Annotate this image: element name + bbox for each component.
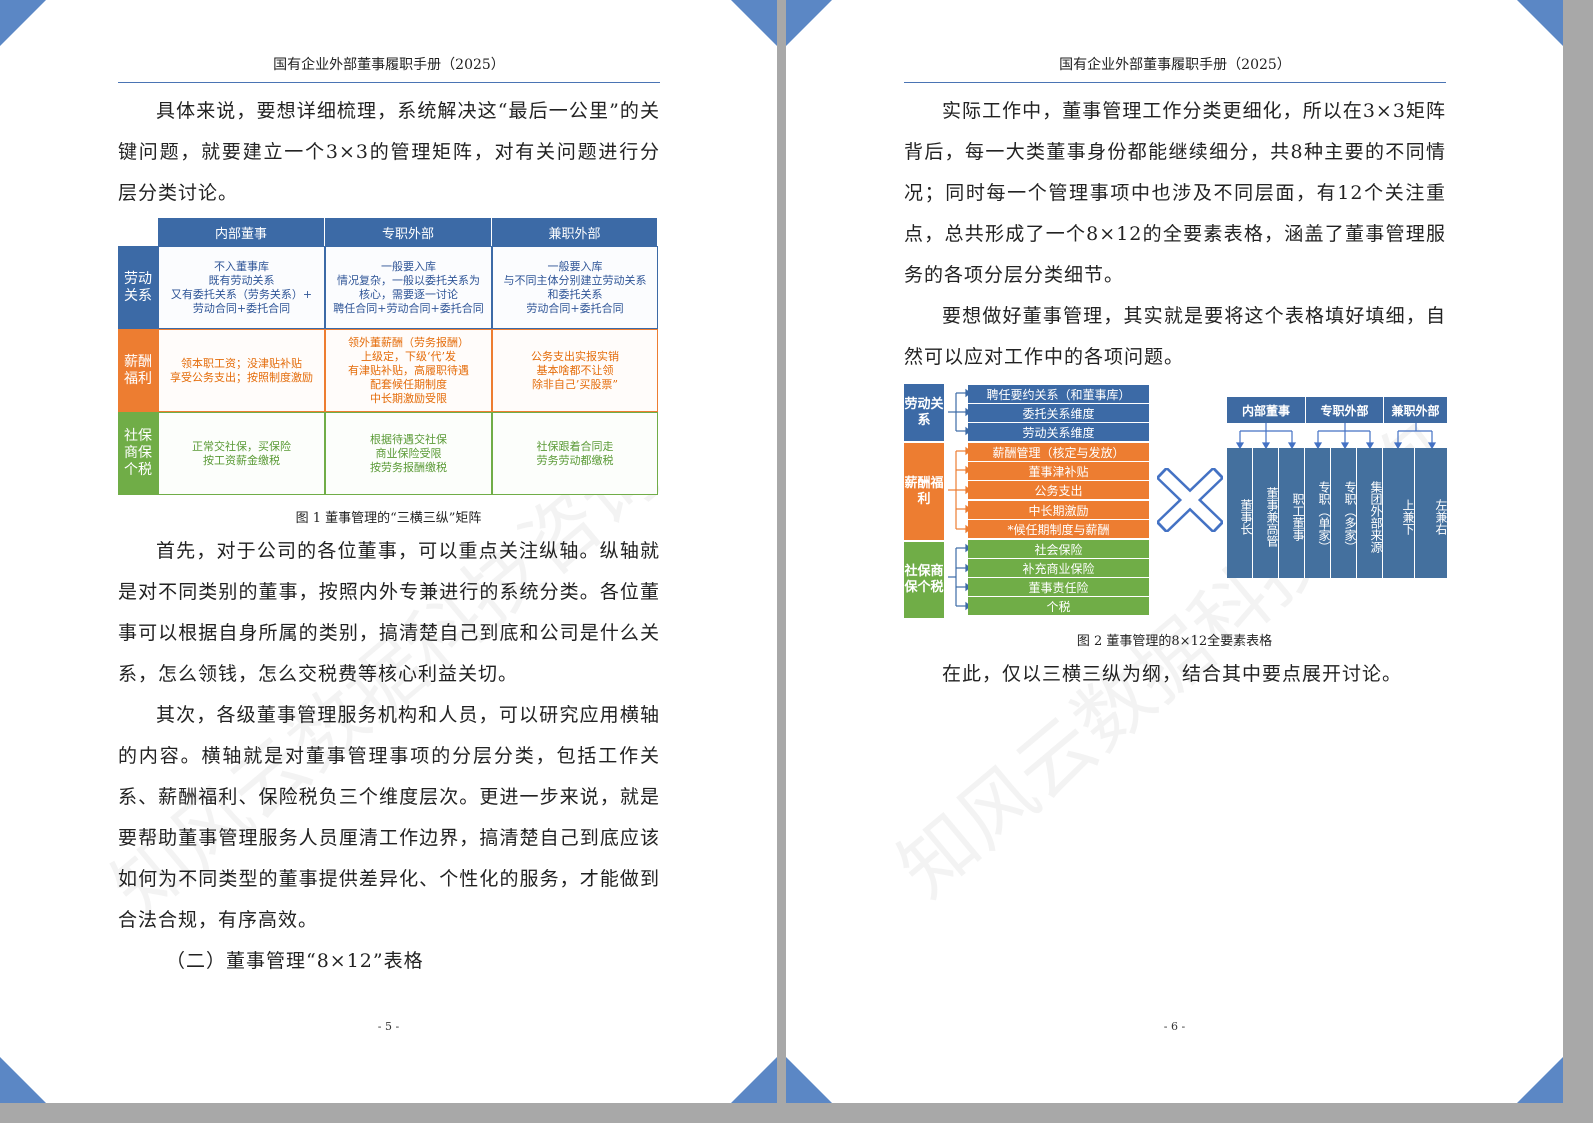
- page-number: - 5 -: [377, 1020, 400, 1033]
- paragraph: 首先，对于公司的各位董事，可以重点关注纵轴。纵轴就是对不同类别的董事，按照内外专…: [118, 540, 660, 685]
- fig2-item: 聘任要约关系（和董事库）: [968, 385, 1149, 403]
- corner-mark: [1517, 0, 1563, 46]
- figure2-table: 劳动关系 薪酬福利 社保商保个税 聘任要约关系（和董事库） 委托关系维度 劳动关…: [904, 384, 1449, 618]
- running-header: 国有企业外部董事履职手册（2025）: [273, 57, 505, 73]
- corner-mark: [786, 1057, 832, 1103]
- fig2-item: 个税: [968, 597, 1149, 615]
- fig2-item: 补充商业保险: [968, 559, 1149, 577]
- section-heading: （二）董事管理“8×12”表格: [166, 950, 424, 972]
- matrix-col-header: 内部董事: [158, 218, 325, 246]
- matrix-row-header: 劳动关系: [118, 246, 158, 329]
- fig2-subcolumn: 上兼下: [1383, 448, 1415, 578]
- fig2-subcolumn: 专职（多家）: [1331, 448, 1357, 578]
- matrix-cell: 公务支出实报实销 基本啥都不让领 除非自己’买股票”: [492, 329, 658, 412]
- page-number: - 6 -: [1163, 1020, 1186, 1033]
- fig2-item: 委托关系维度: [968, 404, 1149, 422]
- paragraph: 实际工作中，董事管理工作分类更细化，所以在3×3矩阵背后，每一大类董事身份都能继…: [904, 100, 1446, 286]
- fig2-col-header: 专职外部: [1306, 397, 1383, 423]
- matrix-cell: 不入董事库 既有劳动关系 又有委托关系（劳务关系）+ 劳动合同+委托合同: [158, 246, 325, 329]
- fig2-item: 董事责任险: [968, 578, 1149, 596]
- matrix-cell: 正常交社保，买保险 按工资薪金缴税: [158, 412, 325, 495]
- fig2-category: 薪酬福利: [904, 443, 944, 540]
- corner-mark: [731, 0, 777, 46]
- corner-mark: [0, 1057, 46, 1103]
- header-rule: [118, 82, 660, 83]
- fig2-category: 社保商保个税: [904, 542, 944, 618]
- fig2-item: 劳动关系维度: [968, 423, 1149, 441]
- matrix-cell: 领外董薪酬（劳务报酬） 上级定，下级‘代’发 有津贴补贴，高履职待遇 配套候任期…: [325, 329, 492, 412]
- fig2-subcolumn: 左兼右: [1415, 448, 1448, 578]
- matrix-cell: 领本职工资；没津贴补贴 享受公务支出；按照制度激励: [158, 329, 325, 412]
- corner-mark: [731, 1057, 777, 1103]
- page-6: 知风云数据科技咨询 国有企业外部董事履职手册（2025） 实际工作中，董事管理工…: [786, 0, 1563, 1103]
- paragraph: 其次，各级董事管理服务机构和人员，可以研究应用横轴的内容。横轴就是对董事管理事项…: [118, 704, 660, 931]
- corner-mark: [1517, 1057, 1563, 1103]
- fig2-col-header: 兼职外部: [1384, 397, 1447, 423]
- paragraph: 在此，仅以三横三纵为纲，结合其中要点展开讨论。: [942, 663, 1403, 685]
- fig2-subcolumn: 专职（单家）: [1305, 448, 1331, 578]
- fig2-connectors: [948, 388, 970, 611]
- fig2-item: 薪酬管理（核定与发放）: [968, 443, 1149, 461]
- fig2-item: 公务支出: [968, 481, 1149, 499]
- fig2-subcolumn: 集团外部来源: [1357, 448, 1383, 578]
- corner-mark: [0, 0, 46, 46]
- figure1-matrix: 内部董事 专职外部 兼职外部 劳动关系 薪酬福利 社保商保个税 不入董事库 既有…: [118, 218, 658, 495]
- fig2-subcolumn: 董事长: [1227, 448, 1253, 578]
- matrix-col-header: 专职外部: [325, 218, 492, 246]
- fig2-item: 社会保险: [968, 540, 1149, 558]
- matrix-cell: 一般要入库 情况复杂，一般以委托关系为 核心，需要逐一讨论 聘任合同+劳动合同+…: [325, 246, 492, 329]
- fig2-item: 中长期激励: [968, 501, 1149, 519]
- corner-mark: [786, 0, 832, 46]
- running-header: 国有企业外部董事履职手册（2025）: [1059, 57, 1291, 73]
- matrix-cell: 一般要入库 与不同主体分别建立劳动关系 和委托关系 劳动合同+委托合同: [492, 246, 658, 329]
- fig2-arrows: [1235, 423, 1437, 449]
- page-5: 知风云数据科技咨询 国有企业外部董事履职手册（2025） 具体来说，要想详细梳理…: [0, 0, 777, 1103]
- fig2-item: *候任期制度与薪酬: [968, 520, 1149, 538]
- multiply-cross-icon: [1157, 468, 1223, 532]
- fig2-category: 劳动关系: [904, 384, 944, 441]
- matrix-col-header: 兼职外部: [492, 218, 658, 246]
- figure-caption: 图 1 董事管理的“三横三纵”矩阵: [295, 511, 482, 526]
- header-rule: [904, 82, 1446, 83]
- fig2-subcolumn: 董事兼高管: [1253, 448, 1279, 578]
- paragraph: 要想做好董事管理，其实就是要将这个表格填好填细，自然可以应对工作中的各项问题。: [904, 305, 1446, 368]
- matrix-row-header: 薪酬福利: [118, 329, 158, 412]
- matrix-cell: 社保跟着合同走 劳务劳动都缴税: [492, 412, 658, 495]
- matrix-row-header: 社保商保个税: [118, 412, 158, 495]
- matrix-cell: 根据待遇交社保 商业保险受限 按劳务报酬缴税: [325, 412, 492, 495]
- paragraph: 具体来说，要想详细梳理，系统解决这“最后一公里”的关键问题，就要建立一个3×3的…: [118, 100, 660, 204]
- figure-caption: 图 2 董事管理的8×12全要素表格: [1076, 634, 1273, 649]
- fig2-subcolumn: 职工董事: [1279, 448, 1305, 578]
- fig2-col-header: 内部董事: [1227, 397, 1305, 423]
- fig2-item: 董事津补贴: [968, 462, 1149, 480]
